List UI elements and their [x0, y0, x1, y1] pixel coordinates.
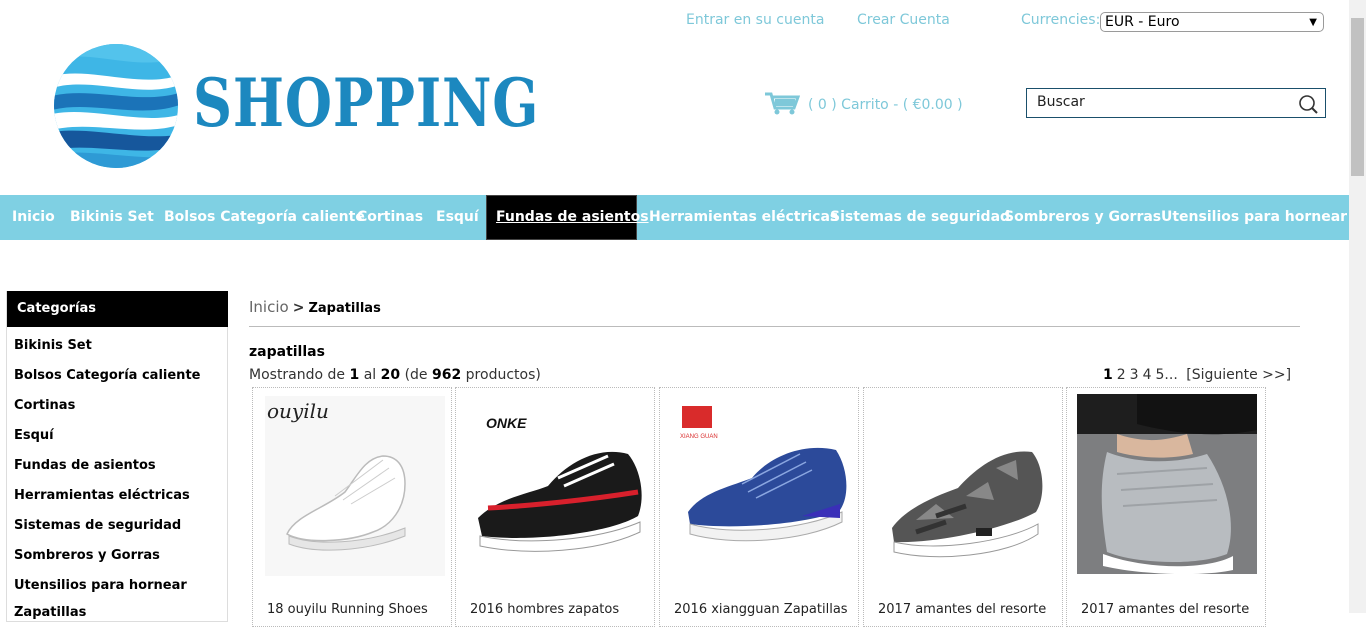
search-box[interactable]: Buscar	[1026, 88, 1326, 118]
results-to: 20	[380, 367, 401, 383]
nav-item-utensilios[interactable]: Utensilios para hornear	[1161, 195, 1347, 240]
product-name[interactable]: 2017 amantes del resorte	[878, 602, 1054, 617]
cart-link[interactable]: ( 0 ) Carrito - ( €0.00 )	[764, 91, 963, 119]
sidebar-item-herramientas[interactable]: Herramientas eléctricas	[14, 488, 190, 503]
sidebar-item-cortinas[interactable]: Cortinas	[14, 398, 75, 413]
cart-summary: ( 0 ) Carrito - ( €0.00 )	[808, 97, 963, 113]
breadcrumb-separator: >	[292, 300, 305, 316]
site-logo[interactable]: SHOPPING	[52, 42, 552, 170]
product-name[interactable]: 2016 xiangguan Zapatillas	[674, 602, 850, 617]
register-link[interactable]: Crear Cuenta	[857, 12, 950, 28]
login-link[interactable]: Entrar en su cuenta	[686, 12, 824, 28]
nav-item-sistemas[interactable]: Sistemas de seguridad	[830, 195, 1010, 240]
page-link[interactable]: 5...	[1156, 367, 1178, 383]
brand-logo: XIANG GUAN	[680, 434, 718, 440]
search-icon[interactable]	[1297, 93, 1319, 119]
product-name[interactable]: 2017 amantes del resorte	[1081, 602, 1257, 617]
product-image[interactable]: ouyilu	[265, 396, 445, 576]
nav-item-bolsos[interactable]: Bolsos Categoría caliente	[164, 195, 365, 240]
nav-item-cortinas[interactable]: Cortinas	[357, 195, 423, 240]
sidebar-item-bikinis-set[interactable]: Bikinis Set	[14, 338, 92, 353]
product-card[interactable]: ouyilu 18 ouyilu Running Shoes	[252, 387, 452, 627]
sidebar-item-utensilios[interactable]: Utensilios para hornear	[14, 578, 187, 593]
brand-logo: ouyilu	[267, 399, 329, 423]
category-title: zapatillas	[249, 344, 325, 360]
nav-item-bikinis-set[interactable]: Bikinis Set	[70, 195, 154, 240]
nav-item-fundas-de-asientos[interactable]: Fundas de asientos	[486, 195, 649, 240]
sidebar-item-esqui[interactable]: Esquí	[14, 428, 54, 443]
divider	[249, 326, 1300, 327]
page-link[interactable]: 2	[1117, 367, 1126, 383]
product-name[interactable]: 18 ouyilu Running Shoes	[267, 602, 443, 617]
sidebar-item-fundas[interactable]: Fundas de asientos	[14, 458, 156, 473]
product-card[interactable]: 2017 amantes del resorte	[863, 387, 1063, 627]
scrollbar-thumb[interactable]	[1351, 18, 1364, 176]
nav-item-sombreros[interactable]: Sombreros y Gorras	[1004, 195, 1161, 240]
pagination: 1 2 3 4 5... [Siguiente >>]	[1103, 367, 1295, 383]
product-card[interactable]: XIANG GUAN 2016 xiangguan Zapatillas	[659, 387, 859, 627]
results-of: (de	[404, 367, 428, 383]
globe-logo-icon	[54, 44, 178, 168]
sidebar-heading: Categorías	[7, 291, 228, 327]
page-current: 1	[1103, 367, 1113, 383]
product-image[interactable]	[876, 396, 1056, 576]
sidebar-item-bolsos[interactable]: Bolsos Categoría caliente	[14, 368, 200, 383]
product-image[interactable]: XIANG GUAN	[672, 396, 852, 576]
breadcrumb-current: Zapatillas	[308, 301, 381, 316]
results-total: 962	[431, 367, 462, 383]
next-page-link[interactable]: [Siguiente >>]	[1186, 367, 1291, 383]
breadcrumb-home[interactable]: Inicio	[249, 298, 289, 316]
nav-item-herramientas[interactable]: Herramientas eléctricas	[649, 195, 838, 240]
cart-icon	[764, 91, 801, 119]
page-link[interactable]: 3	[1130, 367, 1139, 383]
category-sidebar: Categorías Bikinis Set Bolsos Categoría …	[6, 291, 228, 622]
page-link[interactable]: 4	[1143, 367, 1152, 383]
page-scrollbar[interactable]	[1349, 0, 1366, 613]
results-suffix: productos)	[465, 367, 541, 383]
sidebar-item-sombreros[interactable]: Sombreros y Gorras	[14, 548, 160, 563]
results-to-word: al	[363, 367, 377, 383]
currency-label: Currencies:	[1021, 12, 1101, 28]
product-image[interactable]: ONKE	[468, 396, 648, 576]
sidebar-item-sistemas[interactable]: Sistemas de seguridad	[14, 518, 181, 533]
nav-item-esqui[interactable]: Esquí	[436, 195, 479, 240]
results-from: 1	[349, 367, 360, 383]
nav-item-inicio[interactable]: Inicio	[12, 195, 55, 240]
chevron-down-icon: ▼	[1309, 17, 1317, 28]
brand-logo-mark	[682, 406, 712, 428]
product-name[interactable]: 2016 hombres zapatos	[470, 602, 646, 617]
results-prefix: Mostrando de	[249, 367, 346, 383]
product-card[interactable]: 2017 amantes del resorte	[1066, 387, 1266, 627]
breadcrumb: Inicio > Zapatillas	[249, 298, 381, 316]
main-nav: Inicio Bikinis Set Bolsos Categoría cali…	[0, 195, 1349, 240]
currency-value: EUR - Euro	[1105, 14, 1180, 30]
product-card[interactable]: ONKE 2016 hombres zapatos	[455, 387, 655, 627]
results-count: Mostrando de 1 al 20 (de 962 productos)	[249, 367, 541, 383]
search-input[interactable]: Buscar	[1037, 94, 1085, 110]
product-image[interactable]	[1077, 394, 1257, 574]
logo-text: SHOPPING	[193, 64, 540, 142]
brand-logo: ONKE	[486, 415, 527, 431]
currency-select[interactable]: EUR - Euro ▼	[1100, 12, 1324, 32]
